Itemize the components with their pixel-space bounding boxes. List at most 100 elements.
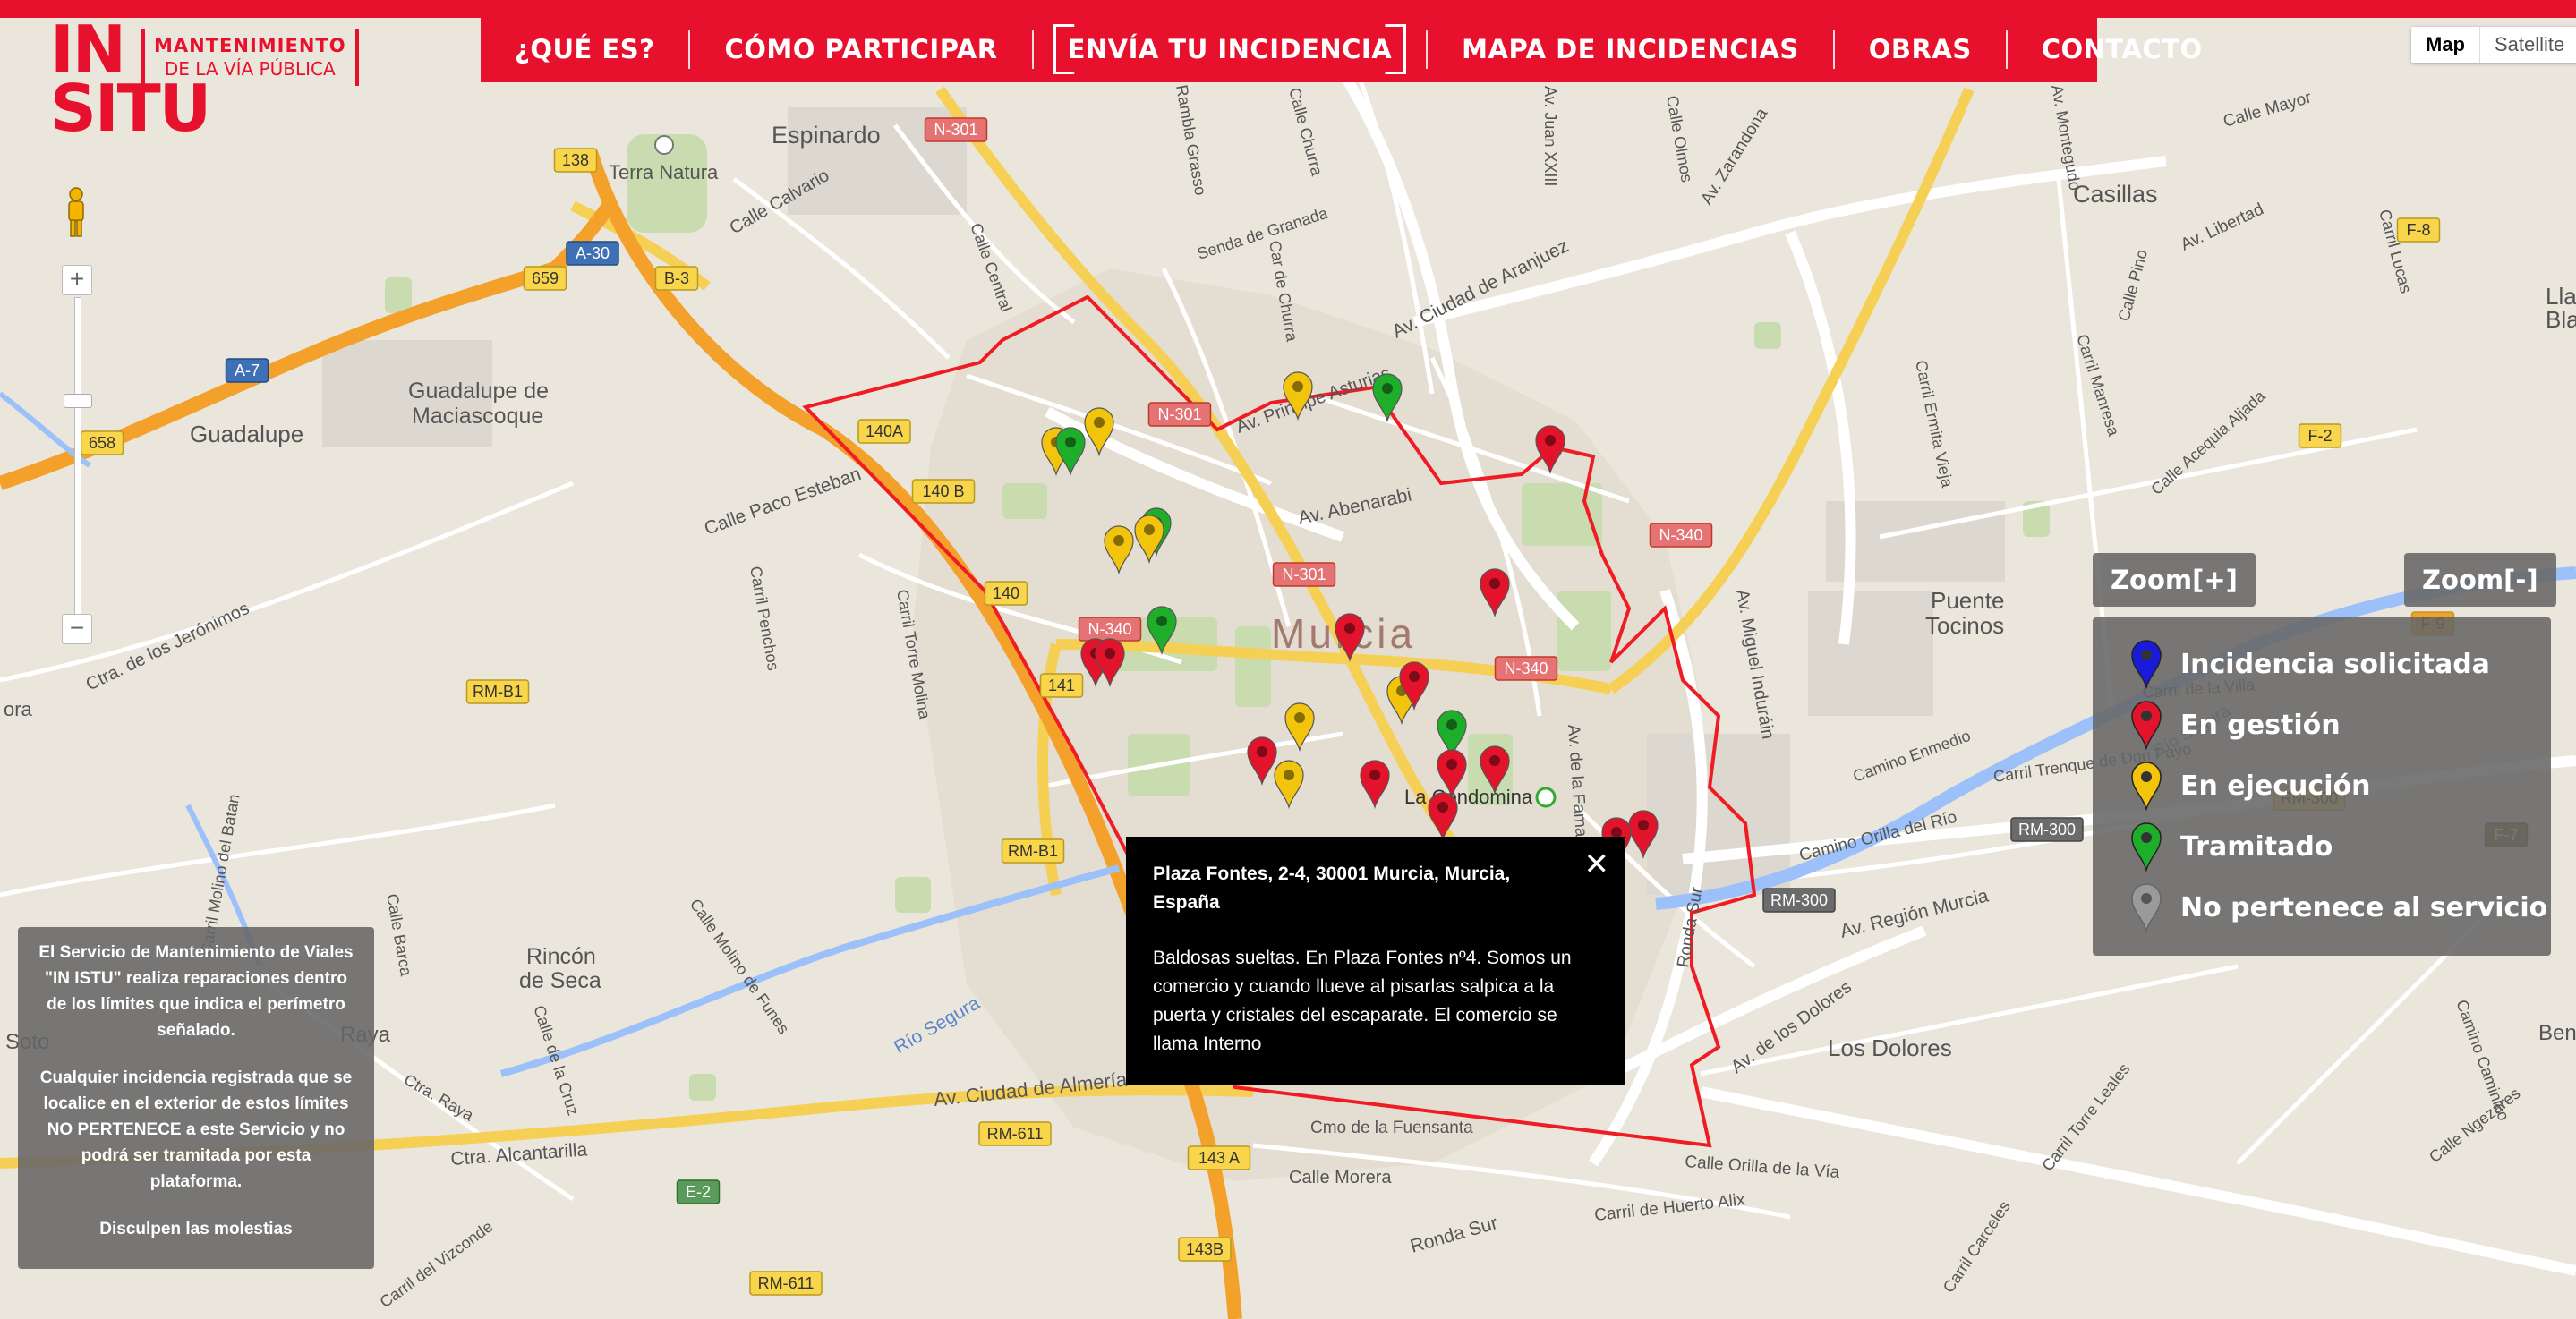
svg-text:F-8: F-8 [2407,221,2431,239]
svg-text:RM-300: RM-300 [1770,891,1828,909]
svg-text:Guadalupe de: Guadalupe de [408,379,549,404]
svg-text:N-340: N-340 [1659,526,1702,544]
svg-text:140A: 140A [866,422,903,440]
nav-mapa-incidencias[interactable]: MAPA DE INCIDENCIAS [1428,30,1835,69]
map-zoom-out-button[interactable]: − [62,614,92,644]
map-zoom-in-button[interactable]: + [62,265,92,295]
road-badge: RM-300 [1762,888,1836,913]
popup-description: Baldosas sueltas. En Plaza Fontes nº4. S… [1153,948,1572,1054]
svg-text:143 A: 143 A [1198,1149,1240,1167]
svg-text:Terra Natura: Terra Natura [609,161,719,183]
svg-text:RM-B1: RM-B1 [1008,842,1058,860]
road-badge: 141 [1039,673,1084,698]
svg-text:RM-611: RM-611 [758,1274,815,1292]
red-marker-icon [2131,701,2162,750]
svg-text:RM-300: RM-300 [2018,821,2076,838]
road-badge: RM-300 [2010,817,2084,842]
street-view-pegman-icon[interactable] [63,186,90,240]
svg-text:A-7: A-7 [235,362,260,379]
popup-close-icon[interactable]: ✕ [1584,849,1610,880]
svg-text:N-340: N-340 [1088,620,1131,638]
svg-text:ora: ora [4,698,33,720]
road-badge: N-301 [1147,402,1212,427]
svg-text:Maciascoque: Maciascoque [412,404,543,429]
road-badge: 659 [523,266,567,291]
svg-text:Casillas: Casillas [2073,181,2158,208]
svg-text:N-301: N-301 [934,121,977,139]
nav-que-es[interactable]: ¿QUÉ ES? [481,30,691,69]
svg-text:141: 141 [1048,677,1075,694]
zoom-in-button[interactable]: Zoom[+] [2093,553,2256,607]
nav-envia-incidencia[interactable]: ENVÍA TU INCIDENCIA [1034,24,1429,74]
map-type-satellite-button[interactable]: Satellite [2480,27,2576,63]
road-badge: 140 B [911,479,976,504]
road-badge: 140 [984,581,1028,606]
road-badge: N-340 [1494,656,1558,681]
road-badge: N-301 [1272,562,1336,587]
svg-text:140 B: 140 B [922,482,964,500]
popup-address: Plaza Fontes, 2-4, 30001 Murcia, Murcia,… [1153,864,1511,913]
svg-text:138: 138 [562,151,589,169]
road-badge: F-8 [2396,217,2441,243]
svg-text:Calle Morera: Calle Morera [1289,1168,1392,1187]
map-zoom-control: + − [62,265,92,650]
svg-text:F-2: F-2 [2308,427,2333,445]
legend-item-ejecucion: En ejecución [2130,759,2370,813]
service-notice: El Servicio de Mantenimiento de Viales "… [18,927,374,1269]
svg-text:N-301: N-301 [1282,566,1326,583]
nav-obras[interactable]: OBRAS [1835,30,2008,69]
svg-text:Cmo de la Fuensanta: Cmo de la Fuensanta [1310,1119,1473,1137]
svg-text:Los Dolores: Los Dolores [1828,1034,1952,1061]
svg-text:Guadalupe: Guadalupe [190,421,303,447]
road-badge: A-30 [566,241,619,266]
logo-subtitle: MANTENIMIENTO DE LA VÍA PÚBLICA [141,29,359,86]
svg-text:Espinardo: Espinardo [772,122,881,149]
logo[interactable]: IN SITU MANTENIMIENTO DE LA VÍA PÚBLICA [32,17,372,154]
road-badge: RM-611 [749,1271,823,1296]
svg-text:RM-B1: RM-B1 [473,683,523,701]
svg-text:Puente: Puente [1931,587,2004,614]
svg-text:658: 658 [89,434,115,452]
map-zoom-slider-track[interactable] [74,297,81,617]
status-legend: Incidencia solicitada En gestión En ejec… [2093,617,2551,956]
svg-text:RM-611: RM-611 [987,1125,1044,1143]
svg-text:La Condomina: La Condomina [1404,786,1533,808]
legend-item-gestion: En gestión [2130,698,2341,752]
svg-text:143B: 143B [1186,1240,1224,1258]
road-badge: E-2 [676,1179,721,1204]
nav-contacto[interactable]: CONTACTO [2008,30,2237,69]
incident-info-popup: Plaza Fontes, 2-4, 30001 Murcia, Murcia,… [1126,837,1625,1085]
svg-text:659: 659 [532,269,559,287]
svg-text:140: 140 [993,584,1019,602]
road-badge: RM-611 [978,1121,1052,1146]
svg-text:Bla: Bla [2546,306,2576,333]
blue-marker-icon [2131,640,2162,689]
svg-text:Beni: Beni [2538,1021,2576,1045]
logo-sub-line2: DE LA VÍA PÚBLICA [164,58,336,80]
green-marker-icon [2131,822,2162,872]
map-zoom-slider-thumb[interactable] [64,394,92,408]
grey-marker-icon [2131,883,2162,932]
road-badge: B-3 [654,266,699,291]
zoom-out-button[interactable]: Zoom[-] [2404,553,2556,607]
road-badge: A-7 [225,358,269,383]
svg-text:N-301: N-301 [1157,405,1201,423]
road-badge: RM-B1 [465,679,530,704]
road-badge: F-2 [2298,423,2342,448]
map-type-control: Map Satellite [2411,27,2576,63]
svg-text:Rincón: Rincón [526,944,596,969]
road-badge: N-301 [924,117,988,142]
legend-item-solicitada: Incidencia solicitada [2130,637,2490,691]
nav-como-participar[interactable]: CÓMO PARTICIPAR [690,30,1034,69]
road-badge: 143B [1178,1237,1232,1262]
notice-paragraph-3: Disculpen las molestias [99,1220,293,1238]
road-badge: N-340 [1078,617,1142,642]
legend-item-no-pertenece: No pertenece al servicio [2130,881,2547,934]
svg-text:Tocinos: Tocinos [1925,612,2004,639]
road-badge: RM-B1 [1001,838,1065,864]
logo-text-situ: SITU [50,71,211,146]
legend-item-tramitado: Tramitado [2130,820,2333,873]
notice-paragraph-1: El Servicio de Mantenimiento de Viales "… [38,943,354,1040]
svg-text:de Seca: de Seca [519,968,601,993]
map-type-map-button[interactable]: Map [2411,27,2480,63]
